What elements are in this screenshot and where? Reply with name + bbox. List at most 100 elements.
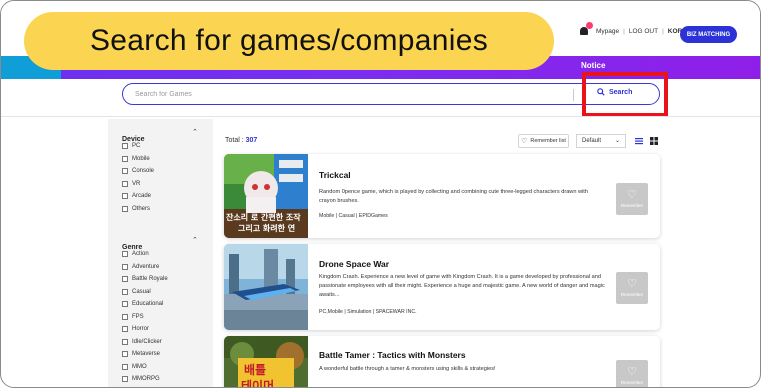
- checkbox[interactable]: [122, 326, 128, 333]
- filter-sidebar: Device ⌃ PC Mobile Console VR Arcade Others G…: [108, 119, 213, 387]
- filter-option-device[interactable]: Others: [122, 203, 154, 216]
- checkbox[interactable]: [122, 338, 128, 345]
- heart-icon: ♡: [627, 278, 637, 290]
- remember-button[interactable]: ♡ Remember: [616, 183, 648, 215]
- filter-option-label: Battle Royale: [132, 276, 168, 283]
- total-count: Total : 307: [225, 137, 257, 144]
- game-thumbnail[interactable]: [224, 244, 308, 330]
- logout-link[interactable]: LOG OUT: [629, 28, 658, 35]
- chevron-up-icon[interactable]: ⌃: [192, 236, 198, 244]
- filter-option-genre[interactable]: FPS: [122, 311, 168, 324]
- filter-option-genre[interactable]: Idle/Clicker: [122, 336, 168, 349]
- filter-option-device[interactable]: VR: [122, 178, 154, 191]
- game-card[interactable]: 배틀 테이머 Battle Tamer : Tactics with Monst…: [224, 336, 660, 388]
- game-card[interactable]: 잔소리 로 간편한 조작 그리고 화려한 연 Trickcal Random 0…: [224, 154, 660, 238]
- total-label: Total :: [225, 137, 246, 144]
- checkbox[interactable]: [122, 155, 128, 162]
- remember-label: Remember: [620, 292, 644, 297]
- checkbox[interactable]: [122, 276, 128, 283]
- remember-list-button[interactable]: ♡ Remember list: [518, 134, 569, 148]
- filter-option-label: Console: [132, 168, 155, 175]
- game-description: Random 0pence game, which is played by c…: [319, 189, 588, 204]
- game-description: A wonderful battle through a tamer & mon…: [319, 366, 496, 372]
- checkbox[interactable]: [122, 376, 128, 383]
- game-tags: PC,Mobile | Simulation | SPACEWAR INC.: [319, 309, 417, 315]
- separator: |: [623, 27, 625, 35]
- checkbox[interactable]: [122, 143, 128, 150]
- filter-option-genre[interactable]: MMORPG: [122, 373, 168, 386]
- filter-option-genre[interactable]: Adventure: [122, 261, 168, 274]
- checkbox[interactable]: [122, 351, 128, 358]
- heart-icon: ♡: [521, 138, 528, 145]
- checkbox[interactable]: [122, 180, 128, 187]
- filter-option-label: Arcade: [132, 193, 152, 200]
- filter-option-genre[interactable]: Horror: [122, 323, 168, 336]
- search-input[interactable]: [135, 88, 565, 101]
- bell-icon[interactable]: [578, 22, 593, 37]
- game-card[interactable]: Drone Space War Kingdom Crash. Experienc…: [224, 244, 660, 330]
- svg-text:배틀: 배틀: [244, 362, 266, 377]
- filter-option-device[interactable]: Arcade: [122, 190, 154, 203]
- filter-option-label: Mobile: [132, 155, 150, 162]
- checkbox[interactable]: [122, 288, 128, 295]
- search-highlight-box: [582, 72, 668, 117]
- checkbox[interactable]: [122, 363, 128, 370]
- remember-label: Remember: [620, 203, 644, 208]
- filter-option-genre[interactable]: Casual: [122, 286, 168, 299]
- filter-option-genre[interactable]: Educational: [122, 298, 168, 311]
- checkbox[interactable]: [122, 263, 128, 270]
- genre-filter: Genre ⌃ Action Adventure Battle Royale Casu…: [122, 236, 198, 387]
- total-number: 307: [245, 137, 258, 144]
- filter-option-label: Casual: [132, 288, 151, 295]
- filter-option-label: FPS: [132, 313, 144, 320]
- grid-view-icon[interactable]: [648, 135, 660, 147]
- genre-filter-title: Genre: [122, 244, 143, 251]
- checkbox[interactable]: [122, 251, 128, 258]
- game-tags: Mobile | Casual | EPIDGames: [319, 213, 388, 219]
- remember-button[interactable]: ♡ Remember: [616, 360, 648, 387]
- heart-icon: ♡: [627, 189, 637, 201]
- game-title[interactable]: Trickcal: [319, 170, 351, 180]
- separator: |: [662, 27, 664, 35]
- filter-option-label: Metaverse: [132, 351, 161, 358]
- checkbox[interactable]: [122, 313, 128, 320]
- game-thumbnail[interactable]: 잔소리 로 간편한 조작 그리고 화려한 연: [224, 154, 308, 238]
- instruction-callout: Search for games/companies: [24, 12, 554, 70]
- game-thumbnail[interactable]: 배틀 테이머: [224, 336, 308, 388]
- filter-option-device[interactable]: Mobile: [122, 153, 154, 166]
- game-title[interactable]: Drone Space War: [319, 259, 389, 269]
- notification-dot: [586, 22, 593, 29]
- filter-option-genre[interactable]: Battle Royale: [122, 273, 168, 286]
- browser-frame: Notice Mypage | LOG OUT | KOR BIZ MATCHI…: [0, 0, 761, 388]
- biz-matching-button[interactable]: BIZ MATCHING: [680, 26, 737, 43]
- search-divider: [573, 89, 574, 101]
- filter-option-label: Adventure: [132, 263, 160, 270]
- mypage-link[interactable]: Mypage: [596, 28, 619, 35]
- chevron-up-icon[interactable]: ⌃: [192, 128, 198, 136]
- filter-option-device[interactable]: Console: [122, 165, 154, 178]
- list-view-icon[interactable]: [633, 135, 645, 147]
- filter-option-label: MMO: [132, 363, 147, 370]
- filter-option-genre[interactable]: MMO: [122, 361, 168, 374]
- remember-button[interactable]: ♡ Remember: [616, 272, 648, 304]
- checkbox[interactable]: [122, 205, 128, 212]
- device-filter-title: Device: [122, 136, 145, 143]
- filter-option-label: Idle/Clicker: [132, 338, 162, 345]
- svg-text:그리고 화려한 연: 그리고 화려한 연: [238, 223, 295, 233]
- sort-value: Default: [582, 138, 602, 144]
- search-bar: Search: [122, 83, 660, 105]
- filter-option-label: PC: [132, 143, 141, 150]
- filter-option-label: MMORPG: [132, 376, 160, 383]
- checkbox[interactable]: [122, 168, 128, 175]
- svg-text:테이머: 테이머: [241, 378, 274, 388]
- checkbox[interactable]: [122, 193, 128, 200]
- sort-select[interactable]: Default ⌄: [576, 134, 626, 148]
- notice-link[interactable]: Notice: [581, 61, 605, 70]
- header-divider: [1, 116, 760, 117]
- user-menu: Mypage | LOG OUT | KOR: [578, 22, 682, 37]
- game-title[interactable]: Battle Tamer : Tactics with Monsters: [319, 350, 466, 360]
- filter-option-genre[interactable]: Metaverse: [122, 348, 168, 361]
- checkbox[interactable]: [122, 301, 128, 308]
- filter-option-label: Others: [132, 205, 151, 212]
- remember-label: Remember: [620, 380, 644, 385]
